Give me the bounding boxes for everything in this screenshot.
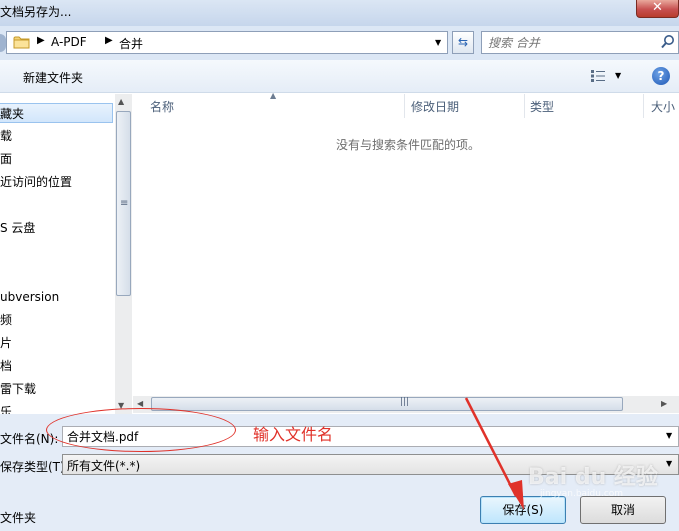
grip-icon: ≡ xyxy=(120,198,129,209)
search-input[interactable] xyxy=(488,34,648,51)
refresh-icon: ⇆ xyxy=(457,35,469,49)
chevron-right-icon[interactable]: ▶ xyxy=(37,35,45,46)
breadcrumb-item[interactable]: 合并 xyxy=(119,35,143,52)
watermark-logo: Bai du 经验 xyxy=(528,465,658,490)
chevron-down-icon[interactable]: ▼ xyxy=(666,431,672,440)
nav-item-pictures[interactable]: 片 xyxy=(0,333,113,353)
nav-item-cloud-drive[interactable]: S 云盘 xyxy=(0,218,113,238)
annotation-text: 输入文件名 xyxy=(253,425,334,444)
refresh-button[interactable]: ⇆ xyxy=(452,31,474,54)
watermark-url: jingyan.baidu.com xyxy=(540,489,624,499)
horizontal-scrollbar[interactable]: ◀ ||| ▶ xyxy=(133,396,679,413)
nav-item-recent-places[interactable]: 近访问的位置 xyxy=(0,172,113,192)
file-list[interactable]: ▲ 名称 修改日期 类型 大小 没有与搜索条件匹配的项。 ◀ ||| ▶ xyxy=(133,91,679,414)
command-toolbar: 新建文件夹 ▼ ? xyxy=(0,60,679,93)
column-divider[interactable] xyxy=(643,94,644,118)
annotation-arrow xyxy=(464,397,524,510)
address-bar[interactable]: ▶ A-PDF ▶ 合并 ▼ xyxy=(6,31,448,54)
nav-item-desktop[interactable]: 面 xyxy=(0,149,113,169)
navigation-pane: 藏夹 载 面 近访问的位置 S 云盘 ubversion 频 片 档 雷下载 乐 xyxy=(0,94,115,414)
chevron-down-icon[interactable]: ▼ xyxy=(615,71,621,80)
column-header-type[interactable]: 类型 xyxy=(530,98,554,115)
help-icon[interactable]: ? xyxy=(652,67,670,85)
view-options-icon[interactable] xyxy=(590,69,606,83)
scroll-up-icon[interactable]: ▲ xyxy=(118,97,124,106)
nav-item-thunder-downloads[interactable]: 雷下载 xyxy=(0,379,113,399)
grip-icon: ||| xyxy=(400,397,410,407)
new-folder-button[interactable]: 新建文件夹 xyxy=(23,69,83,86)
scrollbar-thumb[interactable]: ≡ xyxy=(116,111,131,296)
folder-icon xyxy=(13,36,30,49)
chevron-down-icon[interactable]: ▼ xyxy=(435,38,441,47)
empty-message: 没有与搜索条件匹配的项。 xyxy=(336,138,481,152)
chevron-right-icon[interactable]: ▶ xyxy=(105,35,113,46)
column-header-date-modified[interactable]: 修改日期 xyxy=(411,98,459,115)
column-header-size[interactable]: 大小 xyxy=(651,98,675,115)
scroll-right-icon[interactable]: ▶ xyxy=(661,399,667,408)
breadcrumb-item[interactable]: A-PDF xyxy=(51,35,87,49)
nav-item-downloads[interactable]: 载 xyxy=(0,126,113,146)
chevron-down-icon[interactable]: ▼ xyxy=(666,459,672,468)
title-bar: 文档另存为... ✕ xyxy=(0,0,679,26)
nav-item-subversion[interactable]: ubversion xyxy=(0,287,113,307)
close-button[interactable]: ✕ xyxy=(636,0,679,18)
column-header-name[interactable]: 名称 xyxy=(150,98,174,115)
column-divider[interactable] xyxy=(404,94,405,118)
nav-item-documents[interactable]: 档 xyxy=(0,356,113,376)
scroll-left-icon[interactable]: ◀ xyxy=(137,399,143,408)
nav-item-favorites[interactable]: 藏夹 xyxy=(0,103,113,123)
nav-item-videos[interactable]: 频 xyxy=(0,310,113,330)
column-divider[interactable] xyxy=(524,94,525,118)
search-icon[interactable] xyxy=(660,34,676,50)
dialog-title: 文档另存为... xyxy=(0,5,72,19)
scrollbar-thumb[interactable]: ||| xyxy=(151,397,623,411)
cancel-button[interactable]: 取消 xyxy=(580,496,666,524)
annotation-ellipse xyxy=(46,408,236,452)
filetype-value: 所有文件(*.*) xyxy=(67,459,141,473)
filetype-label: 保存类型(T): xyxy=(0,460,69,474)
sort-indicator-icon: ▲ xyxy=(270,91,277,100)
navigation-bar: ▶ A-PDF ▶ 合并 ▼ ⇆ xyxy=(0,26,679,60)
nav-scrollbar[interactable]: ▲ ≡ ▼ xyxy=(115,94,132,414)
hide-folders-toggle[interactable]: 文件夹 xyxy=(0,509,36,526)
search-box[interactable] xyxy=(481,31,679,54)
